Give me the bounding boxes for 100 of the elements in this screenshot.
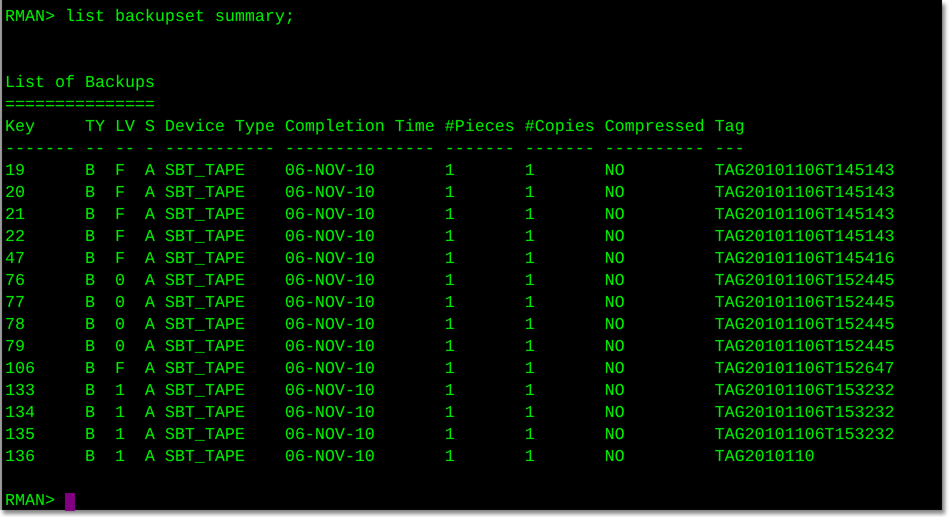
table-cell-text: 135 [5, 425, 36, 447]
table-cell-text: 06-NOV-10 [284, 315, 376, 337]
table-cell-text: NO [604, 161, 626, 183]
table-cell-text: 06-NOV-10 [284, 271, 376, 293]
table-cell-text: B [84, 447, 96, 469]
table-cell: TAG20101106T152445 [714, 337, 895, 359]
table-cell-text: B [84, 227, 96, 249]
table-cell-text: B [84, 425, 96, 447]
table-cell: TAG20101106T145416 [714, 249, 895, 271]
column-header: Compressed [604, 117, 706, 139]
table-cell-text: 1 [524, 425, 536, 447]
table-cell-text: F [114, 205, 126, 227]
table-cell-text: SBT_TAPE [164, 205, 246, 227]
table-cell-text: 06-NOV-10 [284, 293, 376, 315]
table-cell-text: A [144, 205, 156, 227]
table-cell-text: A [144, 293, 156, 315]
table-cell-text: 06-NOV-10 [284, 403, 376, 425]
table-cell-text: 1 [444, 447, 456, 469]
table-cell-text: F [114, 161, 126, 183]
table-cell-text: 1 [114, 403, 126, 425]
table-cell-text: NO [604, 205, 626, 227]
column-header: Tag [714, 117, 745, 139]
listing-title: List of Backups [5, 73, 155, 95]
table-cell-text: NO [604, 337, 626, 359]
title-underline: =============== [5, 95, 155, 117]
table-cell-text: SBT_TAPE [164, 249, 246, 271]
table-cell-text: 1 [524, 227, 536, 249]
table-cell-text: SBT_TAPE [164, 315, 246, 337]
table-cell-text: NO [604, 271, 626, 293]
column-header: Device Type [164, 117, 276, 139]
table-cell-text: 06-NOV-10 [284, 337, 376, 359]
table-cell-text: 06-NOV-10 [284, 381, 376, 403]
table-cell-text: A [144, 271, 156, 293]
table-cell-text: B [84, 183, 96, 205]
table-cell-text: B [84, 337, 96, 359]
table-cell-text: 1 [524, 447, 536, 469]
table-cell-text: 06-NOV-10 [284, 227, 376, 249]
table-cell-text: 78 [5, 315, 26, 337]
table-cell-text: 77 [5, 293, 26, 315]
table-cell-text: F [114, 359, 126, 381]
table-cell-text: 1 [444, 293, 456, 315]
table-cell-text: 1 [444, 205, 456, 227]
column-rule: --------------- [284, 139, 436, 161]
table-cell-text: A [144, 425, 156, 447]
table-cell-text: 06-NOV-10 [284, 161, 376, 183]
table-cell-text: 06-NOV-10 [284, 183, 376, 205]
table-cell-text: B [84, 249, 96, 271]
table-cell: TAG20101106T152647 [714, 359, 895, 381]
column-rule: ------- [524, 139, 596, 161]
table-cell: TAG20101106T145143 [714, 205, 895, 227]
column-rule: --- [714, 139, 745, 161]
table-cell-text: 06-NOV-10 [284, 359, 376, 381]
table-cell-text: 0 [114, 337, 126, 359]
table-cell-text: F [114, 227, 126, 249]
table-cell-text: NO [604, 447, 626, 469]
column-rule: -- [114, 139, 136, 161]
table-cell-text: 134 [5, 403, 36, 425]
column-header: Key [5, 117, 36, 139]
table-cell-text: 1 [114, 425, 126, 447]
table-cell: TAG20101106T152445 [714, 293, 895, 315]
table-cell-text: 1 [444, 425, 456, 447]
table-cell-text: 0 [114, 271, 126, 293]
column-rule: ------- [444, 139, 516, 161]
table-cell-text: SBT_TAPE [164, 359, 246, 381]
table-cell-text: 1 [444, 381, 456, 403]
table-cell-text: A [144, 403, 156, 425]
column-header: TY [84, 117, 106, 139]
table-cell-text: 20 [5, 183, 26, 205]
table-cell-text: 06-NOV-10 [284, 249, 376, 271]
table-cell-text: NO [604, 183, 626, 205]
table-cell-text: B [84, 359, 96, 381]
table-cell-text: A [144, 183, 156, 205]
table-cell-text: 1 [524, 205, 536, 227]
column-header: LV [114, 117, 136, 139]
table-cell-text: B [84, 403, 96, 425]
table-cell: TAG20101106T152445 [714, 315, 895, 337]
column-rule: - [144, 139, 156, 161]
table-cell: TAG20101106T145143 [714, 227, 895, 249]
table-cell-text: B [84, 293, 96, 315]
table-cell-text: A [144, 359, 156, 381]
table-cell-text: 1 [524, 293, 536, 315]
table-cell-text: NO [604, 425, 626, 447]
table-cell-text: SBT_TAPE [164, 161, 246, 183]
column-rule: ---------- [604, 139, 706, 161]
table-cell: TAG2010110 [714, 447, 815, 469]
table-cell-text: SBT_TAPE [164, 183, 246, 205]
table-cell-text: NO [604, 359, 626, 381]
table-cell-text: 21 [5, 205, 26, 227]
table-cell-text: 1 [444, 359, 456, 381]
table-cell-text: 1 [114, 381, 126, 403]
column-header: #Copies [524, 117, 596, 139]
table-cell-text: NO [604, 227, 626, 249]
table-cell-text: 1 [444, 227, 456, 249]
table-cell-text: 1 [524, 315, 536, 337]
table-cell-text: B [84, 315, 96, 337]
table-cell-text: 06-NOV-10 [284, 447, 376, 469]
column-header: #Pieces [444, 117, 516, 139]
column-rule: ------- [5, 139, 76, 161]
table-cell-text: SBT_TAPE [164, 381, 246, 403]
table-cell-text: A [144, 227, 156, 249]
